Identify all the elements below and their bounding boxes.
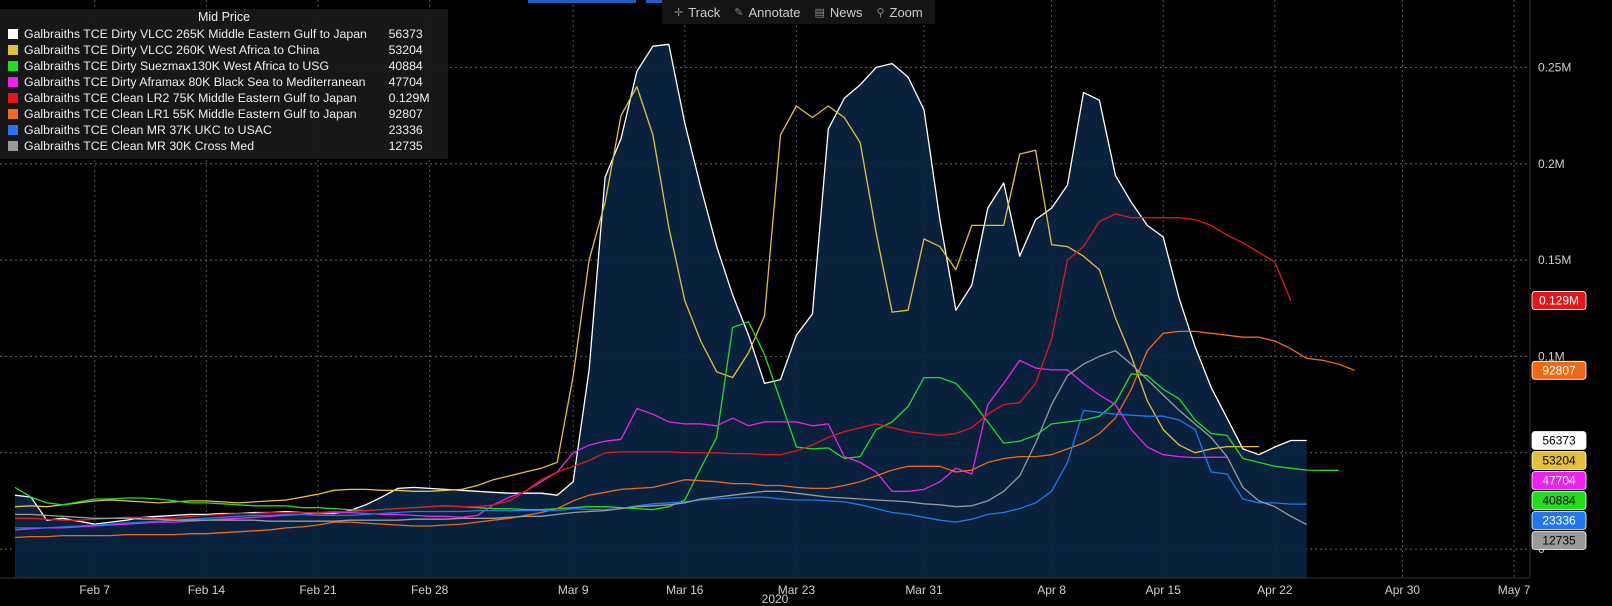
- y-tick-label: 0.2M: [1538, 157, 1565, 171]
- last-value-tag-text: 47704: [1542, 473, 1576, 487]
- zoom-label: Zoom: [889, 4, 923, 20]
- x-tick-label: Apr 8: [1037, 583, 1066, 597]
- legend-swatch: [8, 93, 18, 103]
- x-tick-label: Feb 21: [299, 583, 337, 597]
- legend-item-name: Galbraiths TCE Dirty Aframax 80K Black S…: [24, 75, 366, 89]
- news-label: News: [829, 4, 863, 20]
- legend-item[interactable]: Galbraiths TCE Dirty Suezmax130K West Af…: [0, 58, 448, 74]
- legend-swatch: [8, 61, 18, 71]
- chart-toolbar: ✛ Track ✎ Annotate ▤ News ⚲ Zoom: [662, 0, 935, 24]
- last-value-tag-text: 40884: [1542, 493, 1576, 507]
- magnifier-icon: ⚲: [876, 5, 885, 19]
- legend-item-value: 0.129M: [388, 91, 430, 105]
- legend-item[interactable]: Galbraiths TCE Dirty VLCC 265K Middle Ea…: [0, 26, 448, 42]
- legend-item-name: Galbraiths TCE Clean MR 37K UKC to USAC: [24, 123, 272, 137]
- annotate-button[interactable]: ✎ Annotate: [728, 3, 806, 22]
- legend-swatch: [8, 45, 18, 55]
- x-tick-label: Mar 9: [558, 583, 589, 597]
- y-tick-label: 0.25M: [1538, 60, 1571, 74]
- last-value-tag: 53204: [1531, 451, 1587, 470]
- legend-item-value: 56373: [388, 27, 423, 41]
- chart-legend: Mid Price Galbraiths TCE Dirty VLCC 265K…: [0, 9, 448, 159]
- last-value-tag-text: 56373: [1542, 433, 1576, 447]
- legend-item-name: Galbraiths TCE Dirty Suezmax130K West Af…: [24, 59, 330, 73]
- last-value-tag: 56373: [1531, 431, 1587, 450]
- legend-item[interactable]: Galbraiths TCE Dirty VLCC 260K West Afri…: [0, 42, 448, 58]
- legend-item[interactable]: Galbraiths TCE Clean MR 30K Cross Med 127…: [0, 138, 448, 154]
- legend-swatch: [8, 109, 18, 119]
- legend-item[interactable]: Galbraiths TCE Clean LR1 55K Middle East…: [0, 106, 448, 122]
- pencil-icon: ✎: [734, 5, 744, 19]
- y-tick-label: 0.15M: [1538, 253, 1571, 267]
- zoom-button[interactable]: ⚲ Zoom: [870, 3, 928, 22]
- legend-item[interactable]: Galbraiths TCE Clean MR 37K UKC to USAC 2…: [0, 122, 448, 138]
- news-button[interactable]: ▤ News: [809, 3, 869, 22]
- legend-swatch: [8, 29, 18, 39]
- legend-item[interactable]: Galbraiths TCE Dirty Aframax 80K Black S…: [0, 74, 448, 90]
- legend-item-value: 23336: [388, 123, 423, 137]
- legend-item-value: 92807: [388, 107, 423, 121]
- last-value-tag-text: 92807: [1542, 363, 1576, 377]
- x-tick-label: Apr 15: [1146, 583, 1182, 597]
- x-tick-label: Feb 28: [411, 583, 449, 597]
- crosshair-icon: ✛: [674, 5, 684, 19]
- x-tick-label: May 7: [1498, 583, 1531, 597]
- track-label: Track: [688, 4, 721, 20]
- last-value-tag-text: 0.129M: [1539, 294, 1579, 308]
- legend-swatch: [8, 77, 18, 87]
- x-tick-label: Feb 7: [79, 583, 110, 597]
- legend-swatch: [8, 141, 18, 151]
- last-value-tag: 23336: [1531, 511, 1587, 530]
- x-axis-ticks: Feb 7 Feb 14 Feb 21 Feb 28 Mar 9 Mar 16 Mar 23…: [79, 583, 1530, 597]
- x-tick-label: Apr 22: [1257, 583, 1293, 597]
- legend-item-name: Galbraiths TCE Clean MR 30K Cross Med: [24, 139, 255, 153]
- legend-swatch: [8, 125, 18, 135]
- last-value-tag: 47704: [1531, 471, 1587, 490]
- last-value-tag-text: 12735: [1542, 533, 1576, 547]
- last-value-tag-text: 23336: [1542, 513, 1576, 527]
- x-tick-label: Apr 30: [1385, 583, 1421, 597]
- last-value-tag: 92807: [1531, 360, 1587, 380]
- legend-item-value: 47704: [388, 75, 423, 89]
- x-axis-year-label: 2020: [762, 592, 789, 606]
- legend-item-value: 40884: [388, 59, 423, 73]
- x-tick-label: Feb 14: [188, 583, 226, 597]
- track-button[interactable]: ✛ Track: [668, 3, 726, 22]
- legend-item-name: Galbraiths TCE Clean LR1 55K Middle East…: [24, 107, 357, 121]
- last-value-tag: 0.129M: [1531, 291, 1587, 310]
- legend-item-name: Galbraiths TCE Dirty VLCC 260K West Afri…: [24, 43, 320, 57]
- legend-item-name: Galbraiths TCE Dirty VLCC 265K Middle Ea…: [24, 27, 367, 41]
- legend-item-name: Galbraiths TCE Clean LR2 75K Middle East…: [24, 91, 357, 105]
- last-value-tags: 0.129M 92807 56373 53204 47704 40884 23336 1273…: [1531, 291, 1587, 550]
- news-icon: ▤: [814, 5, 825, 19]
- x-tick-label: Mar 16: [666, 583, 704, 597]
- last-value-tag-text: 53204: [1542, 453, 1576, 467]
- annotate-label: Annotate: [748, 4, 801, 20]
- legend-title: Mid Price: [197, 10, 251, 24]
- x-tick-label: Mar 31: [905, 583, 943, 597]
- last-value-tag: 40884: [1531, 491, 1587, 510]
- legend-item-value: 53204: [388, 43, 423, 57]
- last-value-tag: 12735: [1531, 531, 1587, 550]
- legend-item[interactable]: Galbraiths TCE Clean LR2 75K Middle East…: [0, 90, 448, 106]
- legend-item-value: 12735: [388, 139, 423, 153]
